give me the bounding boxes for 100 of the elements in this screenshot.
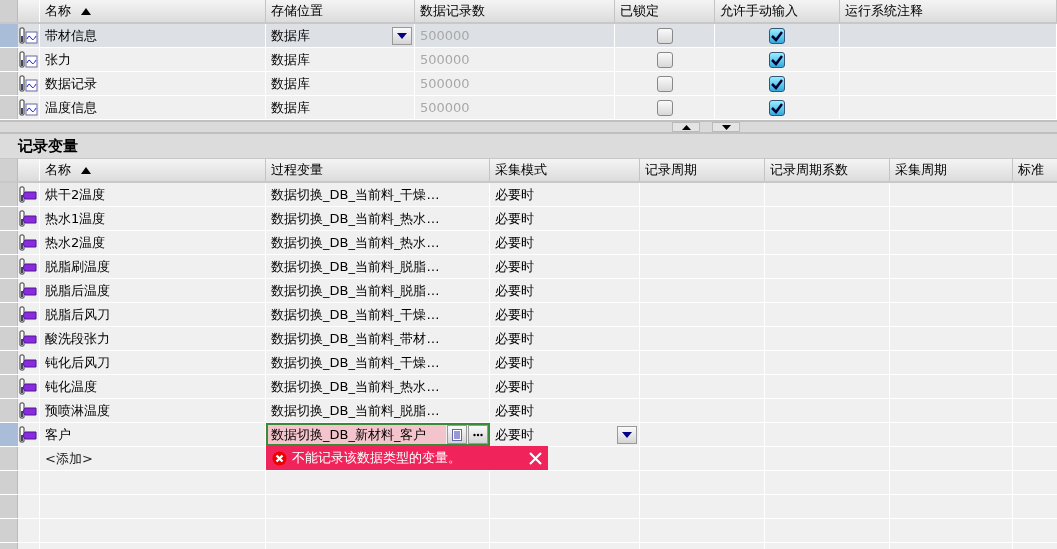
scroll-up-button[interactable] (672, 122, 700, 132)
column-header[interactable]: 名称 (40, 159, 266, 181)
row-header[interactable] (0, 72, 18, 95)
checkbox[interactable] (769, 75, 785, 92)
row-header[interactable] (0, 375, 18, 398)
row-header[interactable] (0, 351, 18, 374)
section-title: 记录变量 (18, 136, 78, 156)
column-header[interactable]: 过程变量 (266, 159, 490, 181)
caret-icon (622, 431, 632, 438)
table-cell: 张力 (40, 48, 266, 71)
table-cell: 酸洗段张力 (40, 327, 266, 350)
column-header[interactable]: 采集周期 (890, 159, 1013, 181)
column-header[interactable]: 数据记录数 (415, 0, 615, 22)
table-cell: 必要时 (495, 425, 534, 444)
tag-icon (18, 305, 39, 324)
dropdown-button[interactable] (617, 425, 637, 444)
column-header[interactable]: 名称 (40, 0, 266, 22)
row-header[interactable] (0, 183, 18, 206)
checkbox[interactable] (656, 75, 673, 92)
dropdown-button[interactable] (392, 26, 412, 45)
tag-icon (18, 425, 39, 444)
tag-icon (18, 185, 39, 204)
checkbox[interactable] (769, 51, 785, 68)
tag-icon (18, 257, 39, 276)
row-header[interactable] (0, 327, 18, 350)
up-arrow-icon (681, 124, 691, 130)
close-button[interactable] (529, 451, 542, 465)
scroll-down-button[interactable] (712, 122, 740, 132)
table-cell: 数据库 (271, 74, 310, 93)
tag-icon (18, 377, 39, 396)
table-cell: 热水1温度 (40, 207, 266, 230)
log-chart-icon (18, 50, 39, 69)
add-row-link[interactable]: <添加> (45, 449, 93, 468)
row-header[interactable] (0, 399, 18, 422)
table-cell: 必要时 (490, 399, 640, 422)
table-cell: 500000 (415, 96, 615, 119)
error-icon (272, 450, 287, 466)
table-cell: 数据切换_DB_当前料_热水… (266, 375, 490, 398)
table-cell: 500000 (415, 72, 615, 95)
down-arrow-icon (721, 124, 731, 130)
table-cell: 脱脂后风刀 (40, 303, 266, 326)
checkbox[interactable] (656, 99, 673, 116)
table-cell: 数据库 (271, 98, 310, 117)
table-cell: 钝化温度 (40, 375, 266, 398)
column-header[interactable]: 已锁定 (615, 0, 715, 22)
row-header[interactable] (0, 447, 18, 470)
table-cell: 烘干2温度 (40, 183, 266, 206)
column-header[interactable]: 标准 (1013, 159, 1057, 181)
row-header[interactable] (0, 471, 18, 494)
sort-ascending-icon (81, 7, 91, 15)
row-header[interactable] (0, 255, 18, 278)
column-header[interactable]: 运行系统注释 (840, 0, 1057, 22)
table-cell: 脱脂刷温度 (40, 255, 266, 278)
row-header[interactable] (0, 423, 18, 446)
table-cell: 客户 (40, 423, 266, 446)
row-header[interactable] (0, 519, 18, 542)
table-cell: 必要时 (490, 375, 640, 398)
checkbox[interactable] (656, 27, 673, 44)
caret-icon (397, 32, 407, 39)
table-cell: 数据切换_DB_当前料_干燥… (266, 351, 490, 374)
row-header[interactable] (0, 231, 18, 254)
tag-icon (18, 329, 39, 348)
tag-icon (18, 233, 39, 252)
row-header[interactable] (0, 303, 18, 326)
column-header[interactable]: 存储位置 (266, 0, 415, 22)
error-message: 不能记录该数据类型的变量。 (292, 449, 462, 467)
table-cell: 数据切换_DB_当前料_干燥… (266, 303, 490, 326)
row-header[interactable] (0, 96, 18, 119)
sort-ascending-icon (81, 166, 91, 174)
row-header[interactable] (0, 24, 18, 47)
table-cell: 数据切换_DB_当前料_脱脂… (266, 255, 490, 278)
row-header[interactable] (0, 279, 18, 302)
table-cell: 必要时 (490, 327, 640, 350)
row-header[interactable] (0, 495, 18, 518)
table-cell: 热水2温度 (40, 231, 266, 254)
table-cell: 数据切换_DB_当前料_干燥… (266, 183, 490, 206)
checkbox[interactable] (656, 51, 673, 68)
table-cell: 数据库 (271, 26, 310, 45)
table-cell: 数据切换_DB_当前料_脱脂… (266, 399, 490, 422)
table-cell: 脱脂后温度 (40, 279, 266, 302)
table-cell: 预喷淋温度 (40, 399, 266, 422)
table-cell: 必要时 (490, 255, 640, 278)
tag-icon (18, 401, 39, 420)
row-header[interactable] (0, 48, 18, 71)
checkbox[interactable] (769, 99, 785, 116)
column-header[interactable]: 记录周期 (640, 159, 765, 181)
table-cell: 必要时 (490, 183, 640, 206)
log-chart-icon (18, 74, 39, 93)
table-cell: 带材信息 (40, 24, 266, 47)
column-header[interactable]: 采集模式 (490, 159, 640, 181)
table-cell: 数据切换_DB_当前料_热水… (266, 207, 490, 230)
table-cell: 数据库 (271, 50, 310, 69)
row-header[interactable] (0, 207, 18, 230)
column-header[interactable]: 记录周期系数 (765, 159, 890, 181)
checkbox[interactable] (769, 27, 785, 44)
table-cell: 500000 (415, 24, 615, 47)
table-cell: 数据切换_DB_当前料_带材… (266, 327, 490, 350)
tag-icon (18, 209, 39, 228)
column-header[interactable]: 允许手动输入 (715, 0, 840, 22)
table-cell: 数据切换_DB_当前料_脱脂… (266, 279, 490, 302)
